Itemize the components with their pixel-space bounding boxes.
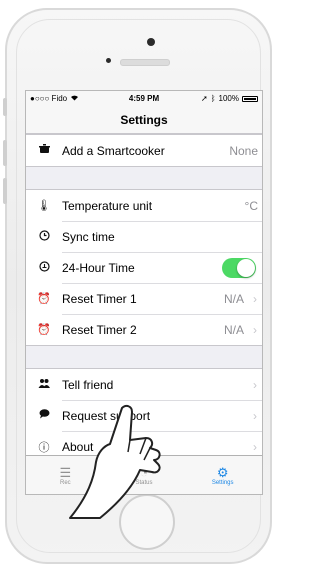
carrier-label: ●○○○ Fido [30, 94, 68, 103]
tab-settings[interactable]: ⚙ Settings [183, 456, 262, 494]
app-screen: ●○○○ Fido 4:59 PM ➚ ᛒ 100% Settings Add … [25, 90, 263, 495]
row-label: Temperature unit [62, 198, 153, 213]
toggle-knob [237, 258, 255, 277]
chevron-right-icon: › [253, 439, 257, 454]
row-label: Sync time [62, 229, 115, 244]
row-label: Reset Timer 1 [62, 291, 137, 306]
tab-label: Status [135, 479, 153, 486]
support-group: Tell friend › Request support › ⓘ About … [26, 368, 262, 463]
proximity-sensor [106, 58, 111, 63]
thermometer-icon: 🌡 [37, 200, 51, 212]
alarm-icon: ⏰ [37, 324, 51, 336]
location-icon: ➚ [201, 94, 208, 103]
row-label: 24-Hour Time [62, 260, 135, 275]
volume-up-button [3, 140, 7, 166]
tab-recipes[interactable]: ☰ Rec [26, 456, 105, 494]
reset-timer-2-row[interactable]: ⏰ Reset Timer 2 N/A › [26, 314, 262, 345]
earpiece-speaker [120, 59, 170, 66]
row-value: N/A [223, 322, 244, 337]
list-icon: ☰ [59, 464, 72, 480]
alarm-icon: ⏰ [37, 293, 51, 305]
chevron-right-icon: › [253, 408, 257, 423]
sync-time-row[interactable]: Sync time [26, 221, 262, 252]
bluetooth-icon: ᛒ [210, 94, 216, 103]
clock-icon [26, 229, 62, 244]
people-icon [26, 378, 62, 391]
reset-timer-1-row[interactable]: ⏰ Reset Timer 1 N/A › [26, 283, 262, 314]
row-value: N/A [223, 291, 244, 306]
chevron-right-icon: › [253, 377, 257, 392]
cooker-group: Add a Smartcooker None [26, 134, 262, 167]
temperature-unit-row[interactable]: 🌡 Temperature unit °C [26, 190, 262, 221]
clock-24-icon [26, 260, 62, 275]
volume-down-button [3, 178, 7, 204]
row-value: None [229, 143, 258, 158]
gear-icon: ⚙ [216, 464, 229, 480]
row-value: °C [244, 198, 258, 213]
home-button[interactable] [119, 494, 175, 550]
speech-bubble-icon [26, 409, 62, 422]
24-hour-time-row: 24-Hour Time [26, 252, 262, 283]
wifi-icon [70, 94, 79, 103]
request-support-row[interactable]: Request support › [26, 400, 262, 431]
chevron-right-icon: › [253, 291, 257, 306]
tab-label: Rec [60, 479, 71, 486]
status-bar: ●○○○ Fido 4:59 PM ➚ ᛒ 100% [26, 91, 262, 106]
pot-icon [26, 144, 62, 157]
battery-icon [242, 95, 258, 102]
status-time: 4:59 PM [128, 94, 160, 103]
tab-bar: ☰ Rec ◔ Status ⚙ Settings [26, 455, 262, 494]
row-label: Request support [62, 408, 151, 423]
row-label: About [62, 439, 94, 454]
add-smartcooker-row[interactable]: Add a Smartcooker None [26, 135, 262, 166]
front-camera [147, 38, 155, 46]
tab-label: Settings [211, 479, 234, 486]
battery-percent: 100% [218, 94, 239, 103]
tab-status[interactable]: ◔ Status [105, 456, 184, 494]
status-icon: ◔ [140, 464, 148, 480]
chevron-right-icon: › [253, 322, 257, 337]
row-label: Reset Timer 2 [62, 322, 137, 337]
mute-switch [3, 98, 7, 116]
tell-friend-row[interactable]: Tell friend › [26, 369, 262, 400]
row-label: Add a Smartcooker [62, 143, 165, 158]
info-icon: ⓘ [38, 441, 50, 454]
page-title: Settings [120, 112, 168, 127]
row-label: Tell friend [62, 377, 114, 392]
24-hour-toggle[interactable] [222, 257, 256, 278]
preferences-group: 🌡 Temperature unit °C Sync time 24-Hour … [26, 189, 262, 346]
nav-bar: Settings [26, 106, 262, 134]
